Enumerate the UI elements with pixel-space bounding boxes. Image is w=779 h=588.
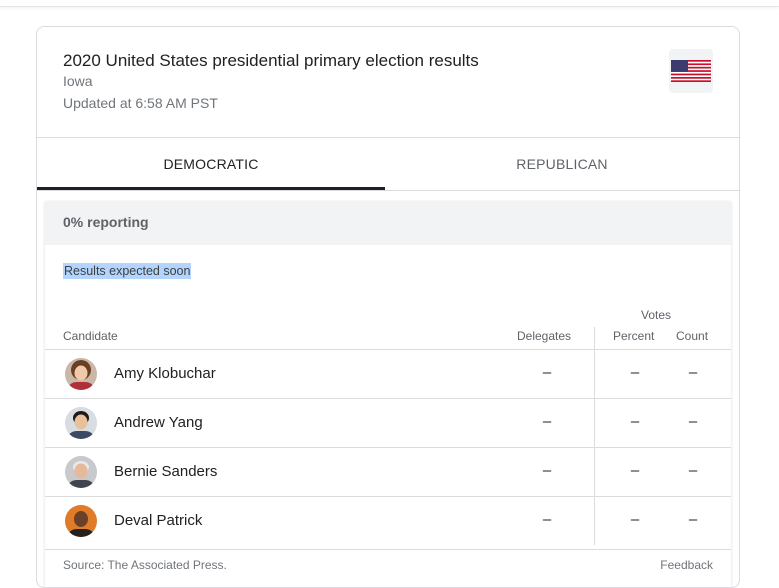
candidate-avatar [65, 456, 97, 488]
table-row[interactable]: Andrew Yang – – – [45, 398, 731, 447]
state-label: Iowa [63, 73, 93, 89]
reporting-bar: 0% reporting [45, 201, 731, 245]
percent-value: – [630, 364, 640, 381]
column-header-candidate: Candidate [63, 329, 118, 343]
count-value: – [688, 511, 698, 528]
card-footer: Source: The Associated Press. Feedback [45, 549, 731, 580]
column-header-delegates: Delegates [517, 329, 572, 343]
candidate-name: Amy Klobuchar [114, 365, 216, 382]
updated-timestamp: Updated at 6:58 AM PST [63, 95, 218, 111]
percent-value: – [630, 511, 640, 528]
election-results-card: 2020 United States presidential primary … [36, 26, 740, 588]
votes-header: Votes [641, 308, 672, 322]
candidate-avatar [65, 505, 97, 537]
top-bar-edge [0, 0, 779, 7]
reporting-status: 0% reporting [63, 214, 149, 230]
tabs-divider [37, 190, 739, 191]
delegates-value: – [542, 364, 552, 381]
delegates-value: – [542, 511, 552, 528]
column-header-count: Count [676, 329, 709, 343]
table-row[interactable]: Amy Klobuchar – – – [45, 349, 731, 398]
percent-value: – [630, 462, 640, 479]
candidate-name: Deval Patrick [114, 512, 203, 529]
column-divider [594, 448, 595, 496]
results-panel: 0% reporting Results expected soon Votes… [45, 201, 731, 587]
tab-democratic[interactable]: DEMOCRATIC [37, 138, 385, 190]
table-row[interactable]: Bernie Sanders – – – [45, 447, 731, 496]
candidate-name: Andrew Yang [114, 414, 203, 431]
count-value: – [688, 364, 698, 381]
tab-republican[interactable]: REPUBLICAN [385, 138, 739, 190]
us-flag-icon [669, 49, 713, 93]
table-row[interactable]: Deval Patrick – – – [45, 496, 731, 545]
percent-value: – [630, 413, 640, 430]
count-value: – [688, 462, 698, 479]
card-header: 2020 United States presidential primary … [37, 27, 739, 137]
candidate-avatar [65, 358, 97, 390]
candidate-avatar [65, 407, 97, 439]
column-divider [594, 399, 595, 447]
column-header-percent: Percent [613, 329, 655, 343]
feedback-link[interactable]: Feedback [660, 558, 713, 572]
count-value: – [688, 413, 698, 430]
delegates-value: – [542, 413, 552, 430]
candidate-name: Bernie Sanders [114, 463, 218, 480]
column-divider [594, 327, 595, 349]
results-expected-note: Results expected soon [63, 263, 192, 279]
column-divider [594, 497, 595, 545]
card-title: 2020 United States presidential primary … [63, 51, 479, 70]
candidate-table: Amy Klobuchar – – – Andrew Yang – – – Be… [45, 349, 731, 545]
source-attribution: Source: The Associated Press. [63, 558, 227, 572]
delegates-value: – [542, 462, 552, 479]
column-divider [594, 350, 595, 398]
party-tabs: DEMOCRATIC REPUBLICAN [37, 138, 739, 190]
